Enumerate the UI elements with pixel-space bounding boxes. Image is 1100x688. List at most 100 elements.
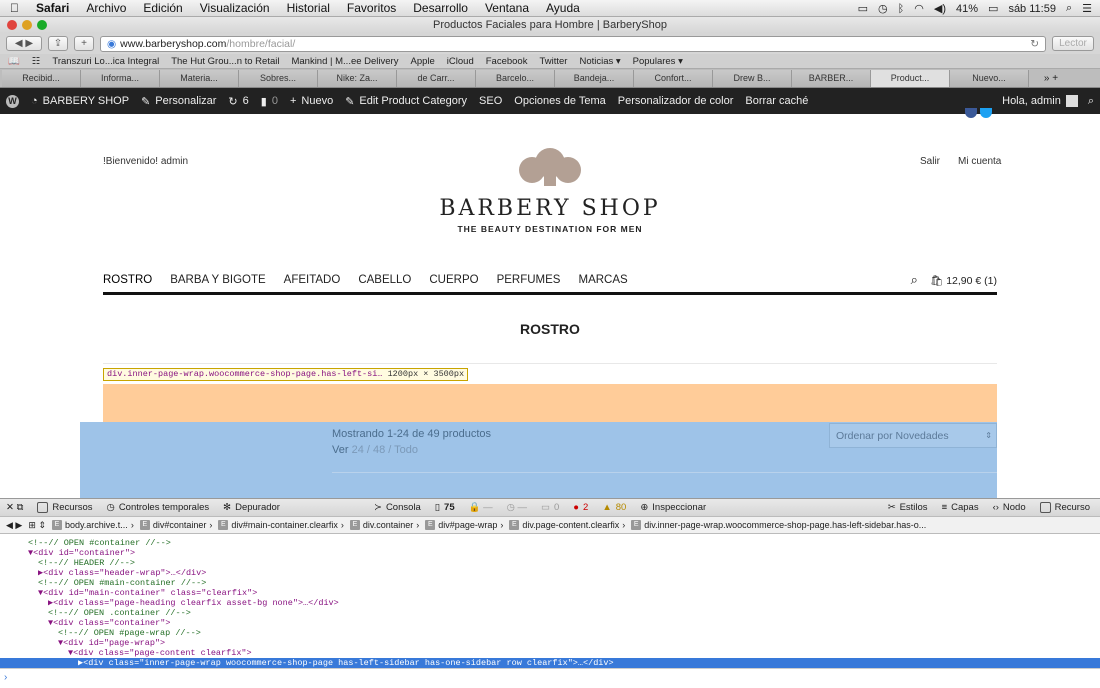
minimize-window-button[interactable]	[22, 20, 32, 30]
dom-node[interactable]: ▼<div class="page-content clearfix">	[0, 648, 1100, 658]
admin-seo-link[interactable]: SEO	[479, 95, 502, 107]
sort-select[interactable]: Ordenar por Novedades ⇕	[829, 423, 997, 448]
dom-node[interactable]: ▼<div id="main-container" class="clearfi…	[0, 588, 1100, 598]
bookmark-item[interactable]: Transzuri Lo...ica Integral	[52, 56, 159, 67]
tab-overflow-icon[interactable]: » +	[1029, 73, 1073, 84]
dom-node[interactable]: ▶<div class="page-heading clearfix asset…	[0, 598, 1100, 608]
reload-icon[interactable]: ↻	[1030, 38, 1039, 50]
share-icon[interactable]: ⇪	[48, 36, 68, 51]
browser-tab[interactable]: Bandeja...	[555, 69, 634, 87]
dom-node[interactable]: ▶<div class="header-wrap">…</div>	[0, 568, 1100, 578]
breadcrumb-item-current[interactable]: Ediv.inner-page-wrap.woocommerce-shop-pa…	[631, 520, 926, 530]
logout-link[interactable]: Salir	[920, 156, 940, 167]
admin-color-link[interactable]: Personalizador de color	[618, 95, 734, 107]
dom-node[interactable]: <!--// OPEN #page-wrap //-->	[0, 628, 1100, 638]
breadcrumb-item[interactable]: Ediv#container ›	[139, 520, 212, 530]
tab-recurso[interactable]: Recurso	[1039, 502, 1090, 513]
notification-center-icon[interactable]: ☰	[1082, 2, 1092, 15]
airplay-icon[interactable]: ▭	[858, 2, 868, 15]
address-bar[interactable]: ◉ www.barberyshop.com /hombre/facial/ ↻	[100, 35, 1046, 52]
bluetooth-icon[interactable]: ᛒ	[898, 3, 905, 15]
browser-tab[interactable]: Confort...	[634, 69, 713, 87]
browser-tab[interactable]: Nuevo...	[950, 69, 1029, 87]
back-forward-buttons[interactable]: ◀ ▶	[6, 36, 42, 51]
nav-item-barba[interactable]: BARBA Y BIGOTE	[170, 274, 265, 286]
dom-node[interactable]: ▼<div class="container">	[0, 618, 1100, 628]
menu-archivo[interactable]: Archivo	[86, 1, 126, 15]
menu-desarrollo[interactable]: Desarrollo	[413, 1, 468, 15]
nav-item-perfumes[interactable]: PERFUMES	[497, 274, 561, 286]
bookmark-item[interactable]: The Hut Grou...n to Retail	[171, 56, 279, 67]
nav-item-rostro[interactable]: ROSTRO	[103, 274, 152, 286]
menu-historial[interactable]: Historial	[287, 1, 330, 15]
nav-arrows-icon[interactable]: ◀ ▶	[6, 520, 22, 531]
close-inspector-icon[interactable]: ✕ ⧉	[6, 502, 23, 513]
battery-percent[interactable]: 41%	[956, 3, 978, 15]
dom-node[interactable]: ▼<div id="page-wrap">	[0, 638, 1100, 648]
new-tab-icon[interactable]: +	[74, 36, 94, 51]
menu-visualizacion[interactable]: Visualización	[200, 1, 270, 15]
account-link[interactable]: Mi cuenta	[958, 156, 1001, 167]
browser-tab[interactable]: de Carr...	[397, 69, 476, 87]
breadcrumb-item[interactable]: Ebody.archive.t... ›	[51, 520, 134, 530]
cart-link[interactable]: 🛍 12,90 € (1)	[930, 274, 997, 287]
breadcrumb-item[interactable]: Ediv#main-container.clearfix ›	[218, 520, 344, 530]
nav-item-marcas[interactable]: MARCAS	[578, 274, 627, 286]
top-sites-icon[interactable]: ☷	[32, 56, 41, 67]
bookmark-item[interactable]: Apple	[410, 56, 434, 67]
zoom-window-button[interactable]	[37, 20, 47, 30]
admin-account-link[interactable]: Hola, admin	[1002, 95, 1078, 107]
browser-tab[interactable]: Sobres...	[239, 69, 318, 87]
breadcrumb-item[interactable]: Ediv#page-wrap ›	[425, 520, 503, 530]
tab-depurador[interactable]: ✻ Depurador	[223, 502, 280, 513]
messages-count[interactable]: ▭ 0	[541, 502, 559, 513]
tab-estilos[interactable]: ✂ Estilos	[888, 502, 928, 513]
errors-count[interactable]: ● 2	[573, 502, 588, 513]
browser-tab[interactable]: Informa...	[81, 69, 160, 87]
browser-tab[interactable]: BARBER...	[792, 69, 871, 87]
browser-tab[interactable]: Barcelo...	[476, 69, 555, 87]
close-window-button[interactable]	[7, 20, 17, 30]
menu-favoritos[interactable]: Favoritos	[347, 1, 396, 15]
tab-controles-temporales[interactable]: ◷ Controles temporales	[107, 502, 210, 513]
menu-ayuda[interactable]: Ayuda	[546, 1, 580, 15]
tab-recursos[interactable]: Recursos	[37, 502, 93, 513]
tab-consola[interactable]: ≻ Consola	[374, 502, 421, 513]
breadcrumb-item[interactable]: Ediv.page-content.clearfix ›	[509, 520, 625, 530]
dom-node[interactable]: ▼<div id="container">	[0, 548, 1100, 558]
browser-tab[interactable]: Recibid...	[2, 69, 81, 87]
bookmark-item[interactable]: Facebook	[486, 56, 528, 67]
dom-node[interactable]: <!--// OPEN #main-container //-->	[0, 578, 1100, 588]
search-icon[interactable]: ⌕	[1088, 95, 1094, 108]
apple-menu-icon[interactable]: 	[10, 1, 19, 15]
browser-tab[interactable]: Nike: Za...	[318, 69, 397, 87]
volume-icon[interactable]: ◀)	[934, 2, 946, 15]
logo-text[interactable]: BARBERY SHOP	[350, 196, 750, 221]
inspect-button[interactable]: ⊕ Inspeccionar	[640, 502, 706, 513]
social-icons[interactable]	[965, 108, 995, 118]
menu-edicion[interactable]: Edición	[143, 1, 182, 15]
breadcrumb-item[interactable]: Ediv.container ›	[349, 520, 419, 530]
console-prompt[interactable]: ›	[0, 668, 1100, 688]
admin-comments-link[interactable]: ▮ 0	[261, 95, 278, 108]
bookmark-folder[interactable]: Noticias ▾	[579, 56, 620, 67]
browser-tab-active[interactable]: Product...	[871, 69, 950, 87]
bookmark-item[interactable]: Twitter	[539, 56, 567, 67]
nav-item-afeitado[interactable]: AFEITADO	[284, 274, 341, 286]
admin-updates-link[interactable]: ↻ 6	[228, 95, 248, 108]
bookmark-item[interactable]: iCloud	[447, 56, 474, 67]
wordpress-icon[interactable]: W	[6, 94, 19, 108]
dom-node[interactable]: <!--// OPEN .container //-->	[0, 608, 1100, 618]
resources-count[interactable]: ▯ 75	[435, 502, 455, 513]
admin-new-link[interactable]: + Nuevo	[290, 95, 333, 107]
admin-theme-options-link[interactable]: Opciones de Tema	[514, 95, 606, 107]
menu-ventana[interactable]: Ventana	[485, 1, 529, 15]
wifi-icon[interactable]: ◠	[914, 2, 924, 15]
dom-node-selected[interactable]: ▶<div class="inner-page-wrap woocommerce…	[0, 658, 1100, 668]
menu-safari[interactable]: Safari	[36, 1, 69, 15]
nav-item-cabello[interactable]: CABELLO	[358, 274, 411, 286]
search-icon[interactable]: ⌕	[911, 272, 918, 288]
tab-nodo[interactable]: ‹› Nodo	[993, 502, 1026, 513]
warnings-count[interactable]: ▲ 80	[602, 502, 626, 513]
admin-cache-link[interactable]: Borrar caché	[745, 95, 808, 107]
